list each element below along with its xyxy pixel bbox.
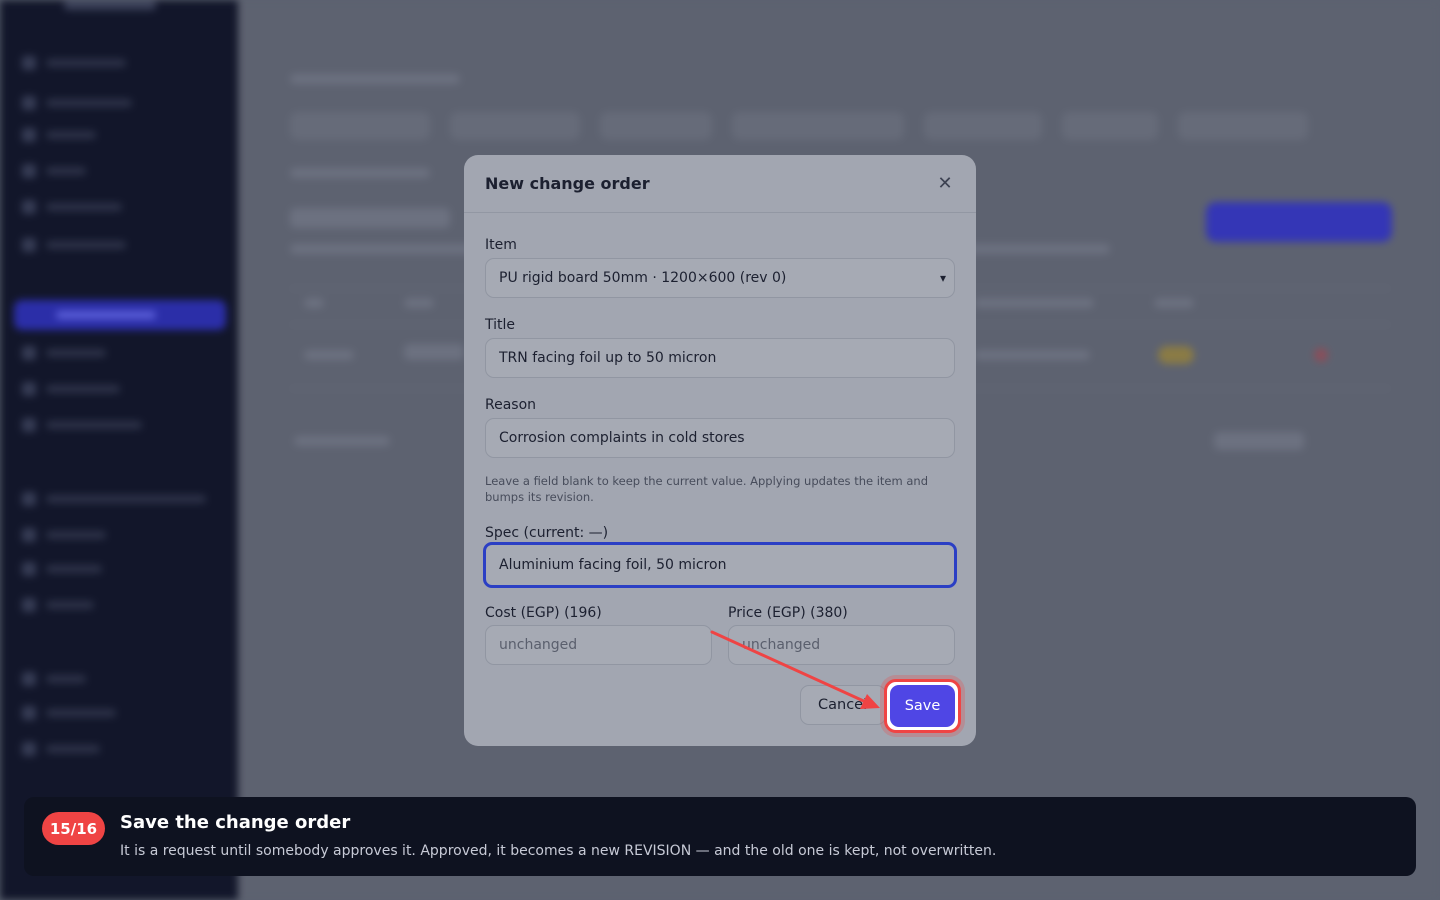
sidebar-item [22, 492, 206, 506]
reason-input[interactable] [485, 418, 955, 458]
modal-header: New change order ✕ [464, 155, 976, 213]
tab [924, 112, 1042, 140]
sidebar-item [22, 200, 122, 214]
sidebar-icon [22, 418, 36, 432]
modal-title: New change order [485, 174, 650, 193]
sidebar-icon [22, 492, 36, 506]
sidebar-icon [22, 672, 36, 686]
item-label: Item [485, 237, 517, 253]
subtitle [290, 168, 430, 178]
save-button[interactable]: Save [890, 685, 955, 727]
sidebar-item [22, 742, 100, 756]
tab [1062, 112, 1158, 140]
sidebar [0, 0, 238, 900]
sidebar-item [22, 562, 102, 576]
price-label: Price (EGP) (380) [728, 605, 848, 621]
sidebar-item [22, 238, 126, 252]
sidebar-icon [22, 742, 36, 756]
sidebar-item-active [14, 300, 226, 330]
sidebar-logo [64, 0, 156, 10]
sidebar-item [22, 346, 106, 360]
sidebar-icon [22, 128, 36, 142]
title-input[interactable] [485, 338, 955, 378]
sidebar-item [22, 528, 106, 542]
sidebar-icon [22, 164, 36, 178]
page-title [290, 208, 450, 228]
sidebar-icon [22, 346, 36, 360]
sidebar-icon [22, 238, 36, 252]
tab [732, 112, 904, 140]
new-change-order-button [1206, 202, 1392, 242]
change-order-modal: New change order ✕ Item PU rigid board 5… [464, 155, 976, 746]
sidebar-icon [22, 706, 36, 720]
sidebar-icon [22, 200, 36, 214]
sidebar-item [22, 706, 116, 720]
tour-title: Save the change order [120, 812, 351, 833]
cost-input[interactable] [485, 625, 712, 665]
sidebar-icon [22, 562, 36, 576]
tab [290, 112, 430, 140]
price-input[interactable] [728, 625, 955, 665]
sidebar-icon [22, 382, 36, 396]
help-text: Leave a field blank to keep the current … [485, 474, 929, 504]
sidebar-icon [22, 56, 36, 70]
tour-banner: 15/16 Save the change order It is a requ… [24, 797, 1416, 876]
chevron-down-icon: ▾ [939, 271, 946, 285]
pagination [294, 436, 390, 446]
sidebar-icon [22, 528, 36, 542]
tab [600, 112, 712, 140]
sidebar-icon [22, 96, 36, 110]
sidebar-item [22, 382, 120, 396]
sidebar-item [22, 128, 96, 142]
cost-label: Cost (EGP) (196) [485, 605, 602, 621]
sidebar-item [22, 56, 126, 70]
title-label: Title [485, 317, 516, 333]
cancel-button[interactable]: Cancel [800, 685, 886, 725]
table-row [304, 350, 354, 360]
sidebar-icon [22, 598, 36, 612]
delete-icon [1314, 348, 1328, 362]
item-select[interactable]: PU rigid board 50mm · 1200×600 (rev 0) ▾ [485, 258, 955, 298]
sidebar-item [22, 598, 94, 612]
close-icon[interactable]: ✕ [935, 173, 955, 194]
sidebar-item [22, 418, 142, 432]
breadcrumb [290, 74, 460, 84]
item-selected-value: PU rigid board 50mm · 1200×600 (rev 0) [499, 270, 787, 286]
status-badge [1158, 346, 1194, 364]
spec-input[interactable] [483, 542, 957, 588]
step-badge: 15/16 [42, 812, 105, 845]
spec-label: Spec (current: —) [485, 525, 609, 541]
tab [1178, 112, 1308, 140]
sidebar-item [22, 96, 132, 110]
tab [450, 112, 580, 140]
tour-description: It is a request until somebody approves … [120, 843, 997, 859]
reason-label: Reason [485, 397, 537, 413]
sidebar-item [22, 164, 86, 178]
sidebar-item [22, 672, 86, 686]
